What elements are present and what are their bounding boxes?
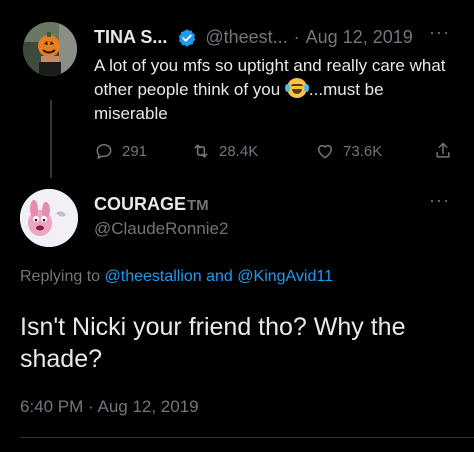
share-action[interactable] (433, 141, 453, 161)
reply-time: 6:40 PM (20, 397, 84, 416)
share-icon (436, 142, 450, 158)
timestamp-separator: · (83, 397, 98, 416)
verified-badge-icon (177, 28, 197, 48)
mention-link-1[interactable]: @theestallion (105, 268, 202, 285)
parent-text-part1: A lot of you mfs so uptight and really c… (94, 56, 446, 99)
replying-prefix: Replying to (20, 268, 105, 285)
avatar-courage[interactable] (20, 189, 78, 247)
retweet-count: 28.4K (219, 142, 259, 160)
trademark-suffix: TM (187, 197, 209, 214)
replying-to-line: Replying to @theestallion and @KingAvid1… (20, 268, 333, 286)
parent-more-button[interactable]: ··· (429, 22, 450, 43)
reply-tweet-text: Isn't Nicki your friend tho? Why the sha… (20, 313, 406, 373)
reply-timestamp[interactable]: 6:40 PM · Aug 12, 2019 (20, 397, 199, 417)
reply-icon (96, 144, 112, 159)
reply-date: Aug 12, 2019 (97, 397, 199, 416)
header-separator: · (293, 27, 300, 47)
parent-date[interactable]: Aug 12, 2019 (306, 27, 413, 48)
reply-display-name-text: COURAGE (94, 194, 187, 214)
face-with-tears-of-joy-icon (284, 78, 309, 98)
parent-tweet-header: TINA S... @theest... · Aug 12, 2019 (94, 27, 413, 48)
heart-icon (318, 144, 332, 159)
parent-tweet-text: A lot of you mfs so uptight and really c… (94, 54, 454, 126)
parent-display-name[interactable]: TINA S... (94, 27, 167, 48)
reply-more-button[interactable]: ··· (429, 190, 450, 211)
parent-handle[interactable]: @theest... (205, 27, 287, 48)
reply-display-name[interactable]: COURAGETM (94, 194, 209, 215)
parent-action-bar: 291 28.4K 73.6K (94, 138, 454, 164)
like-action[interactable]: 73.6K (315, 141, 433, 161)
reply-action[interactable]: 291 (94, 141, 191, 161)
retweet-action[interactable]: 28.4K (191, 141, 315, 161)
thread-connector-line (50, 100, 52, 178)
retweet-icon (194, 144, 208, 158)
bottom-divider (20, 437, 474, 438)
avatar-courage-image (20, 189, 78, 247)
reply-count: 291 (122, 142, 148, 160)
avatar-tina-image (23, 22, 77, 76)
like-count: 73.6K (343, 142, 383, 160)
avatar-tina[interactable] (23, 22, 77, 76)
mention-link-2[interactable]: @KingAvid11 (237, 268, 333, 285)
reply-handle[interactable]: @ClaudeRonnie2 (94, 219, 228, 239)
mention-joiner: and (201, 268, 238, 285)
